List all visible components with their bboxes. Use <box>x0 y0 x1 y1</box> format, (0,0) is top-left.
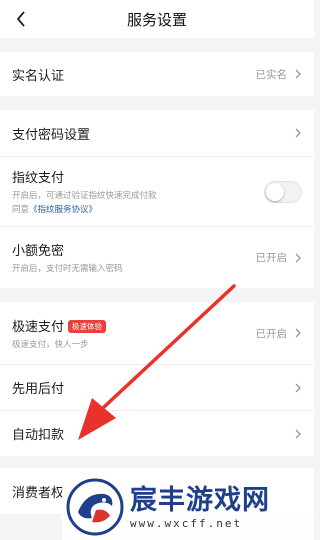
dragon-logo-icon <box>66 478 124 536</box>
autodebit-label: 自动扣款 <box>12 428 65 443</box>
toggle-knob <box>266 182 284 201</box>
nopwd-status: 已开启 <box>255 252 288 264</box>
chevron-right-icon <box>295 69 301 79</box>
chevron-right-icon <box>295 383 301 392</box>
fastpay-badge: 极速体验 <box>68 319 107 333</box>
row-fingerprint: 指纹支付 开启后，可通过验证指纹快速完成付款 同意《指纹服务协议》 <box>0 156 314 226</box>
fastpay-desc: 极速支付，快人一步 <box>12 339 89 350</box>
section-payment: 支付密码设置 指纹支付 开启后，可通过验证指纹快速完成付款 同意《指纹服务协议》… <box>0 110 314 288</box>
realname-label: 实名认证 <box>12 68 65 84</box>
page-title: 服务设置 <box>126 10 187 29</box>
row-fastpay[interactable]: 极速支付 极速体验 极速支付，快人一步 已开启 <box>0 302 314 364</box>
section-identity: 实名认证 已实名 <box>0 52 314 96</box>
nopwd-label: 小额免密 <box>12 244 65 259</box>
agreement-prefix: 同意 <box>12 205 30 215</box>
fastpay-label: 极速支付 <box>12 319 65 335</box>
chevron-right-icon <box>295 253 301 262</box>
consumer-label: 消费者权 <box>12 485 65 501</box>
fingerprint-toggle[interactable] <box>264 180 302 203</box>
realname-status: 已实名 <box>255 68 288 81</box>
back-button[interactable] <box>8 0 34 38</box>
chevron-right-icon <box>295 429 301 438</box>
fingerprint-agreement: 同意《指纹服务协议》 <box>12 204 264 216</box>
row-nopwd[interactable]: 小额免密 开启后，支付时无需输入密码 已开启 <box>0 226 314 288</box>
chevron-right-icon <box>295 328 301 338</box>
watermark-name: 宸丰游戏网 <box>130 484 270 516</box>
watermark: 宸丰游戏网 www.wxcff.net <box>62 474 314 540</box>
nav-bar: 服务设置 <box>0 0 314 38</box>
section-more: 极速支付 极速体验 极速支付，快人一步 已开启 先用后付 自动扣款 <box>0 302 314 456</box>
row-paylater[interactable]: 先用后付 <box>0 364 314 410</box>
chevron-left-icon <box>16 11 25 27</box>
row-realname[interactable]: 实名认证 已实名 <box>0 52 314 96</box>
fingerprint-label: 指纹支付 <box>12 171 65 186</box>
row-paypwd[interactable]: 支付密码设置 <box>0 110 314 156</box>
paypwd-label: 支付密码设置 <box>12 127 91 143</box>
paylater-label: 先用后付 <box>12 382 65 397</box>
nopwd-desc: 开启后，支付时无需输入密码 <box>12 264 123 274</box>
fingerprint-agreement-link[interactable]: 《指纹服务协议》 <box>29 205 97 215</box>
fingerprint-desc: 开启后，可通过验证指纹快速完成付款 <box>12 191 157 201</box>
row-autodebit[interactable]: 自动扣款 <box>0 410 314 456</box>
fastpay-status: 已开启 <box>255 327 288 340</box>
chevron-right-icon <box>295 128 301 138</box>
watermark-url: www.wxcff.net <box>130 516 243 530</box>
fastpay-label-wrap: 极速支付 极速体验 <box>12 316 256 335</box>
